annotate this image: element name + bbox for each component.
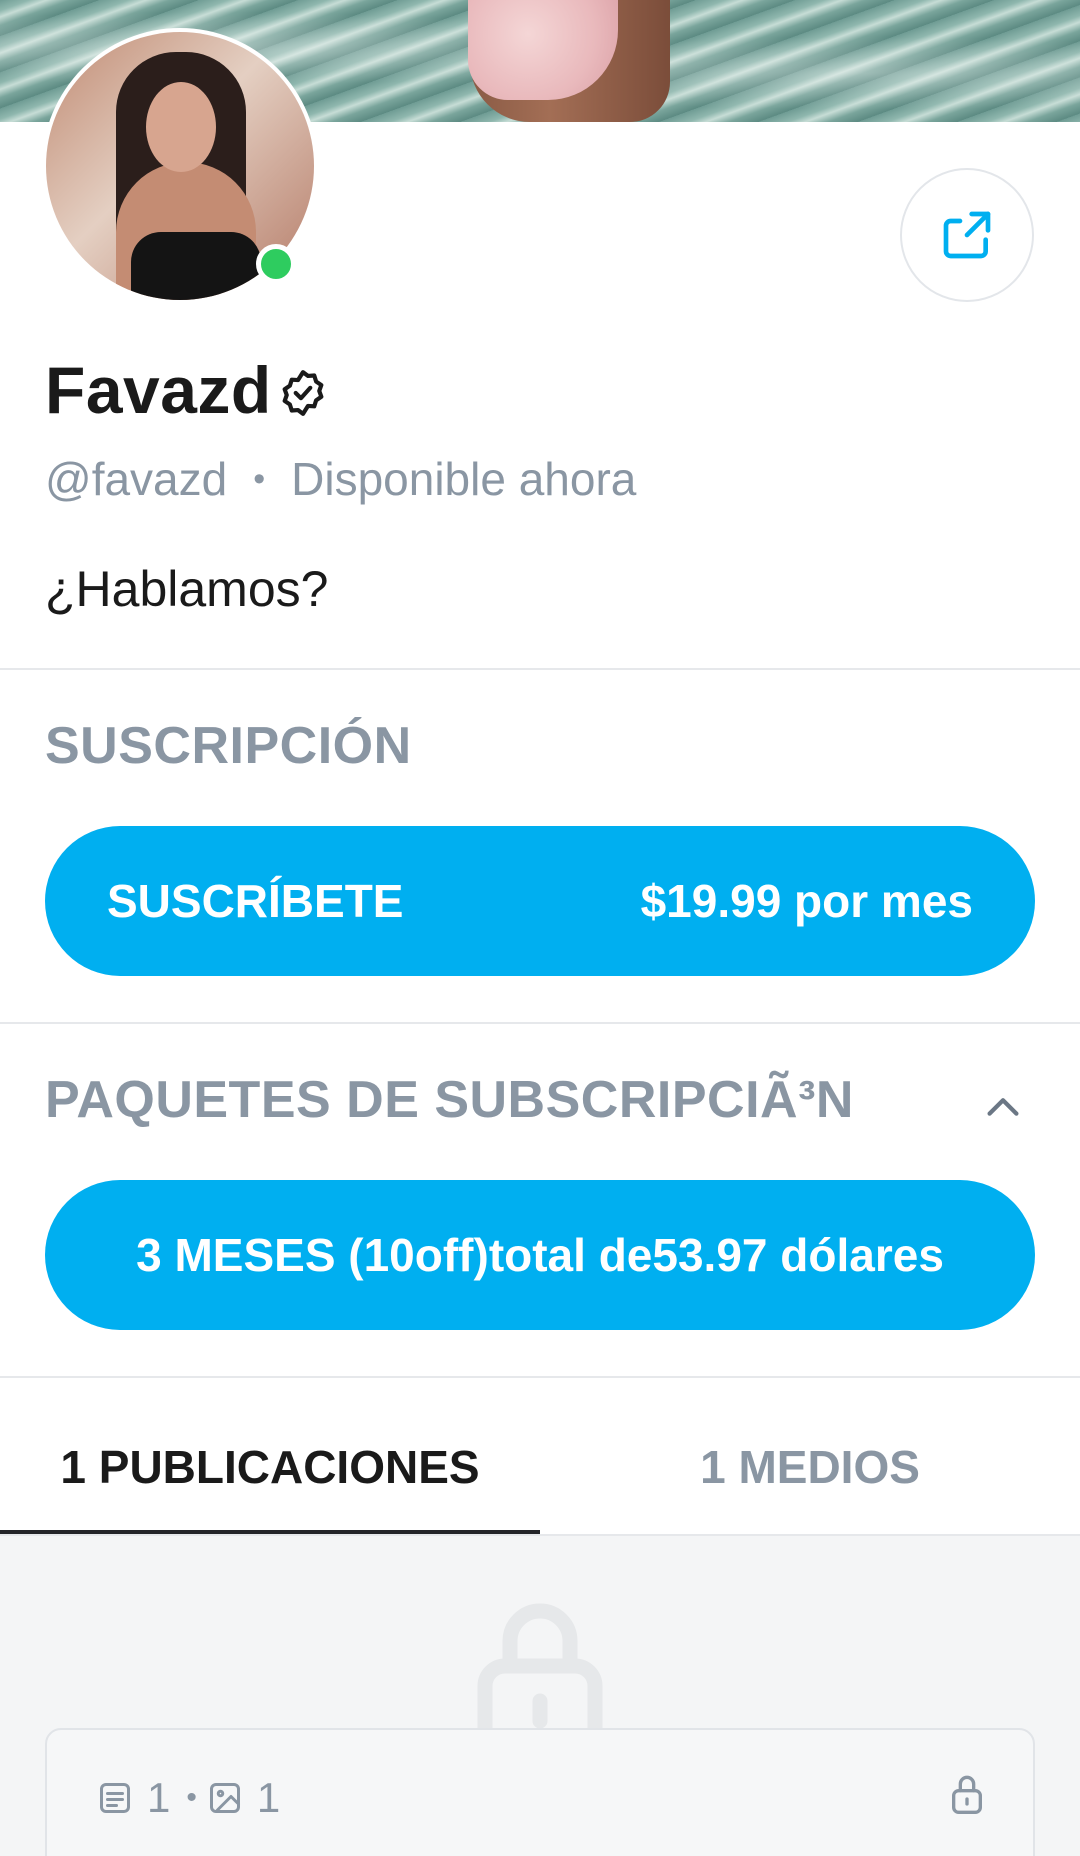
online-status-dot <box>256 244 296 284</box>
profile-tabs: 1 PUBLICACIONES 1 MEDIOS <box>0 1400 1080 1534</box>
share-button[interactable] <box>900 168 1034 302</box>
handle-row: @favazd • Disponible ahora <box>45 452 636 506</box>
bundle-label: 3 MESES (10off)total de53.97 dólares <box>136 1229 944 1281</box>
avatar-top <box>131 232 261 300</box>
chevron-up-icon[interactable] <box>980 1083 1026 1129</box>
separator-dot: • <box>253 459 266 498</box>
divider <box>0 668 1080 670</box>
tab-posts-label: 1 PUBLICACIONES <box>60 1441 480 1493</box>
tab-posts[interactable]: 1 PUBLICACIONES <box>0 1400 540 1534</box>
divider <box>0 1022 1080 1024</box>
profile-handle: @favazd <box>45 453 228 505</box>
profile-name: Favazd <box>45 353 272 427</box>
subscription-section-title: SUSCRIPCIÓN <box>45 717 412 775</box>
verified-badge-icon <box>282 370 324 416</box>
bundles-section-title: PAQUETES DE SUBSCRIPCIÃ³N <box>45 1071 854 1129</box>
name-row: Favazd <box>45 352 328 428</box>
tab-media-label: 1 MEDIOS <box>700 1441 920 1493</box>
bundle-button-3-months[interactable]: 3 MESES (10off)total de53.97 dólares <box>45 1180 1035 1330</box>
post-meta: 1 • 1 <box>97 1774 286 1822</box>
text-count: 1 <box>147 1774 171 1821</box>
avatar-face <box>146 82 216 172</box>
meta-separator: • <box>186 1781 197 1814</box>
subscribe-label: SUSCRÍBETE <box>107 875 404 927</box>
text-post-icon <box>97 1780 133 1816</box>
divider <box>0 1376 1080 1378</box>
lock-icon <box>952 1775 982 1814</box>
image-icon <box>207 1780 243 1816</box>
share-icon <box>943 211 991 259</box>
tab-media[interactable]: 1 MEDIOS <box>540 1400 1080 1534</box>
profile-bio: ¿Hablamos? <box>45 561 329 617</box>
subscribe-price: $19.99 por mes <box>640 875 973 927</box>
availability-status: Disponible ahora <box>291 453 637 505</box>
locked-post-card[interactable]: 1 • 1 <box>45 1728 1035 1856</box>
media-count: 1 <box>256 1774 281 1821</box>
subscribe-button[interactable]: SUSCRÍBETE $19.99 por mes <box>45 826 1035 976</box>
